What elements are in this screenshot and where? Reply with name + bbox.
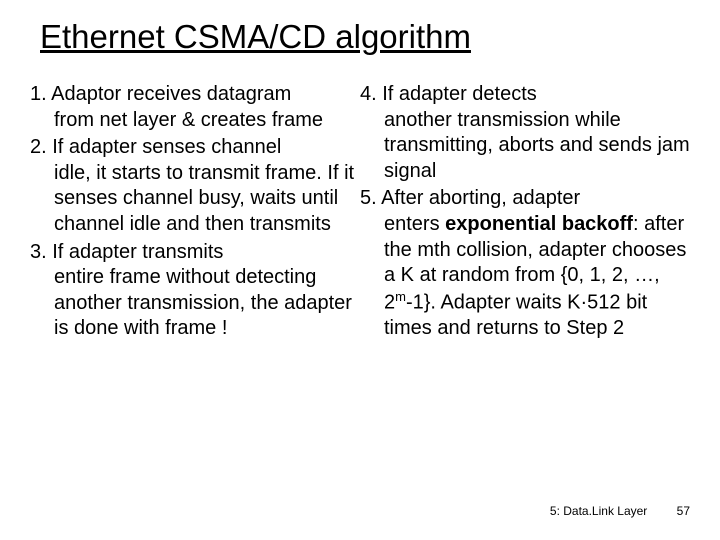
left-column: 1. Adaptor receives datagram from net la… xyxy=(30,82,360,344)
right-column: 4. If adapter detects another transmissi… xyxy=(360,82,690,344)
bold-term: exponential backoff xyxy=(445,213,633,235)
step-body: idle, it starts to transmit frame. If it… xyxy=(30,161,360,238)
step-first-line: Adaptor receives datagram xyxy=(51,83,291,105)
step-number: 2. xyxy=(30,136,47,158)
step-4: 4. If adapter detects another transmissi… xyxy=(360,82,690,184)
step-first-line: If adapter detects xyxy=(382,83,537,105)
step-number: 1. xyxy=(30,83,47,105)
step-2: 2. If adapter senses channel idle, it st… xyxy=(30,135,360,237)
step-body: entire frame without detecting another t… xyxy=(30,265,360,342)
page-number: 57 xyxy=(677,504,690,518)
slide-footer: 5: Data.Link Layer 57 xyxy=(550,504,690,518)
step-body: enters exponential backoff: after the mt… xyxy=(360,212,690,342)
slide-title: Ethernet CSMA/CD algorithm xyxy=(40,18,690,56)
footer-label: 5: Data.Link Layer xyxy=(550,504,647,518)
step-first-line: After aborting, adapter xyxy=(381,187,580,209)
step-1: 1. Adaptor receives datagram from net la… xyxy=(30,82,360,133)
step-body: another transmission while transmitting,… xyxy=(360,108,690,185)
step-number: 5. xyxy=(360,187,377,209)
step-first-line: If adapter senses channel xyxy=(52,136,281,158)
step-first-line: If adapter transmits xyxy=(52,241,223,263)
step-3: 3. If adapter transmits entire frame wit… xyxy=(30,240,360,342)
superscript: m xyxy=(395,289,406,304)
content-columns: 1. Adaptor receives datagram from net la… xyxy=(30,82,690,344)
step-number: 3. xyxy=(30,241,47,263)
step-5: 5. After aborting, adapter enters expone… xyxy=(360,186,690,341)
step-body: from net layer & creates frame xyxy=(30,108,360,134)
step-number: 4. xyxy=(360,83,377,105)
